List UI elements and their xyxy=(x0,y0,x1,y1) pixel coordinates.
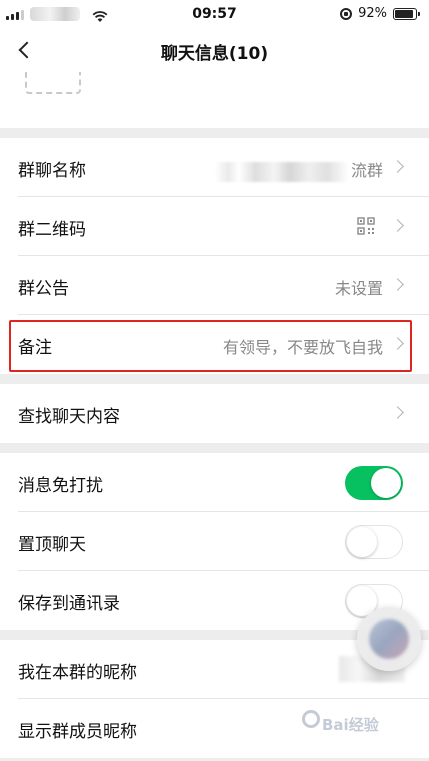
row-value: 有领导，不要放飞自我 xyxy=(222,338,383,357)
row-value: 未设置 xyxy=(334,279,383,298)
row-label: 显示群成员昵称 xyxy=(18,722,137,742)
qr-code-icon xyxy=(357,217,375,235)
chevron-right-icon xyxy=(391,278,404,291)
chevron-right-icon xyxy=(391,160,404,173)
avatar xyxy=(369,619,409,659)
row-label: 查找聊天内容 xyxy=(18,407,120,427)
paw-logo-icon xyxy=(302,710,320,728)
member-grid xyxy=(0,72,429,128)
row-search-chat[interactable]: 查找聊天内容 xyxy=(18,384,429,443)
row-label: 群二维码 xyxy=(18,220,86,240)
settings-group-toggles: 消息免打扰 置顶聊天 保存到通讯录 xyxy=(0,453,429,630)
navigation-bar: 聊天信息(10) xyxy=(0,28,429,72)
battery-percent: 92% xyxy=(358,6,387,21)
page-title: 聊天信息(10) xyxy=(160,44,269,64)
row-pin-chat: 置顶聊天 xyxy=(18,512,429,571)
row-group-notice[interactable]: 群公告 未设置 xyxy=(18,256,429,315)
group-name-value: 流群 xyxy=(214,157,383,182)
mute-toggle[interactable] xyxy=(345,466,403,500)
row-label: 我在本群的昵称 xyxy=(18,663,137,683)
orientation-lock-icon xyxy=(340,7,353,20)
row-remark[interactable]: 备注 有领导，不要放飞自我 xyxy=(18,315,429,374)
status-right: 92% xyxy=(340,6,420,21)
chevron-right-icon xyxy=(391,219,404,232)
settings-group-info: 群聊名称 流群 群二维码 群公告 未设置 备注 有领导，不要放飞自我 xyxy=(0,138,429,374)
row-label: 群聊名称 xyxy=(18,161,86,181)
status-bar: 09:57 92% xyxy=(0,0,429,28)
chevron-right-icon xyxy=(391,337,404,350)
chevron-right-icon xyxy=(391,406,404,419)
battery-icon xyxy=(393,7,420,20)
row-label: 保存到通讯录 xyxy=(18,594,120,614)
add-member-button[interactable] xyxy=(25,72,81,94)
row-group-qr-code[interactable]: 群二维码 xyxy=(18,197,429,256)
row-label: 消息免打扰 xyxy=(18,476,103,496)
row-group-name[interactable]: 群聊名称 流群 xyxy=(18,138,429,197)
row-label: 备注 xyxy=(18,338,52,358)
row-label: 群公告 xyxy=(18,279,69,299)
redacted-mask xyxy=(214,161,349,182)
floating-window-button[interactable] xyxy=(357,607,421,671)
row-label: 置顶聊天 xyxy=(18,535,86,555)
pin-chat-toggle[interactable] xyxy=(345,525,403,559)
row-mute-notifications: 消息免打扰 xyxy=(18,453,429,512)
watermark: Bai经验 xyxy=(300,700,418,748)
settings-group-search: 查找聊天内容 xyxy=(0,384,429,443)
watermark-text: Bai经验 xyxy=(322,716,379,734)
